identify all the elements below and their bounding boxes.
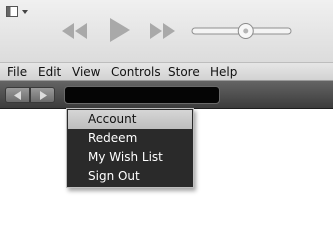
forward-arrow-icon xyxy=(40,91,47,100)
volume-slider[interactable] xyxy=(191,22,292,40)
back-button[interactable] xyxy=(5,87,30,103)
menu-bar: File Edit View Controls Store Help xyxy=(0,62,333,81)
back-arrow-icon xyxy=(14,91,21,100)
menu-edit[interactable]: Edit xyxy=(38,63,61,81)
fast-forward-icon[interactable] xyxy=(148,21,176,41)
navigation-bar xyxy=(0,81,333,109)
menu-item-sign-out[interactable]: Sign Out xyxy=(68,167,192,186)
volume-knob xyxy=(237,23,254,39)
menu-file[interactable]: File xyxy=(7,63,27,81)
play-icon[interactable] xyxy=(108,16,132,44)
menu-help[interactable]: Help xyxy=(210,63,237,81)
menu-view[interactable]: View xyxy=(72,63,100,81)
menu-item-account[interactable]: Account xyxy=(68,110,192,129)
menu-store[interactable]: Store xyxy=(168,63,200,81)
rewind-icon[interactable] xyxy=(61,21,89,41)
account-dropdown-menu: Account Redeem My Wish List Sign Out xyxy=(66,108,194,188)
playback-toolbar xyxy=(0,0,333,62)
forward-button[interactable] xyxy=(30,87,55,103)
menu-controls[interactable]: Controls xyxy=(111,63,161,81)
account-location-button[interactable] xyxy=(64,86,220,104)
menu-item-redeem[interactable]: Redeem xyxy=(68,129,192,148)
sidebar-toggle-icon[interactable] xyxy=(6,4,30,18)
menu-item-wish-list[interactable]: My Wish List xyxy=(68,148,192,167)
